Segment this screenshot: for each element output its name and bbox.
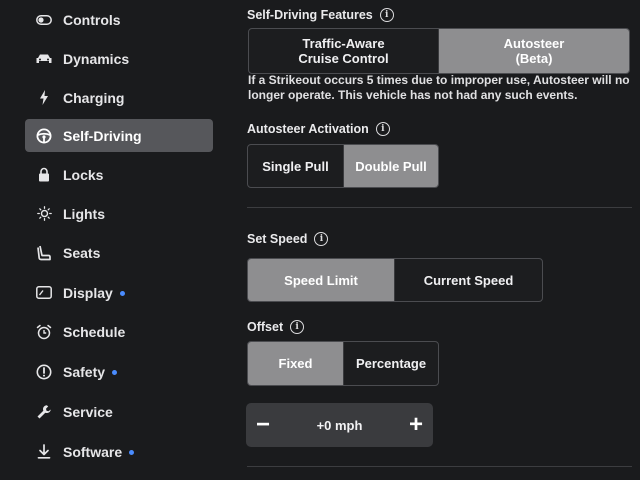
self-driving-features-selector: Traffic-Aware Cruise Control Autosteer (Be… [248, 28, 630, 74]
autosteer-activation-title: Autosteer Activation i [247, 122, 390, 136]
set-speed-title: Set Speed i [247, 232, 329, 246]
option-fixed[interactable]: Fixed [248, 342, 343, 385]
sidebar-item-lights[interactable]: Lights [25, 197, 213, 230]
bolt-icon [27, 90, 61, 105]
alert-icon [27, 364, 61, 380]
section-title-text: Self-Driving Features [247, 8, 373, 22]
option-current-speed[interactable]: Current Speed [394, 259, 542, 301]
strikeout-note: If a Strikeout occurs 5 times due to imp… [248, 73, 630, 102]
option-line: Traffic-Aware [302, 36, 385, 51]
section-title-text: Set Speed [247, 232, 308, 246]
notification-dot [119, 290, 125, 296]
sidebar-item-self-driving[interactable]: Self-Driving [25, 119, 213, 152]
info-icon[interactable]: i [375, 122, 390, 136]
sidebar-item-label: Locks [63, 166, 104, 183]
steering-wheel-icon [27, 128, 61, 144]
wrench-icon [27, 404, 61, 420]
notification-dot [129, 449, 135, 455]
section-title-text: Autosteer Activation [247, 122, 369, 136]
sidebar-item-label: Charging [63, 89, 125, 106]
car-icon [27, 53, 61, 65]
sidebar-item-locks[interactable]: Locks [25, 158, 213, 191]
display-icon [27, 286, 61, 299]
option-line: (Beta) [515, 51, 553, 66]
self-driving-features-title: Self-Driving Features i [247, 8, 394, 22]
seat-icon [27, 245, 61, 261]
sidebar-item-software[interactable]: Software [25, 435, 213, 468]
set-speed-selector: Speed Limit Current Speed [247, 258, 543, 302]
offset-selector: Fixed Percentage [247, 341, 439, 386]
option-line: Cruise Control [298, 51, 389, 66]
option-traffic-aware-cruise-control[interactable]: Traffic-Aware Cruise Control [249, 29, 438, 73]
increase-button[interactable]: + [399, 403, 433, 447]
offset-title: Offset i [247, 320, 305, 334]
sidebar-item-label: Seats [63, 244, 101, 261]
sidebar-item-service[interactable]: Service [25, 395, 213, 428]
sidebar-item-seats[interactable]: Seats [25, 236, 213, 269]
alarm-clock-icon [27, 324, 61, 340]
option-speed-limit[interactable]: Speed Limit [248, 259, 394, 301]
sidebar-item-schedule[interactable]: Schedule [25, 315, 213, 348]
sidebar-item-label: Safety [63, 363, 106, 380]
section-divider [247, 207, 632, 208]
sidebar-item-label: Schedule [63, 323, 126, 340]
toggle-icon [27, 14, 61, 25]
sidebar-item-label: Dynamics [63, 50, 130, 67]
option-autosteer[interactable]: Autosteer (Beta) [438, 29, 629, 73]
sidebar-item-controls[interactable]: Controls [25, 3, 213, 36]
sidebar-item-label: Lights [63, 205, 105, 222]
info-icon[interactable]: i [290, 320, 305, 334]
sidebar-item-label: Software [63, 443, 123, 460]
option-double-pull[interactable]: Double Pull [343, 145, 438, 187]
info-icon[interactable]: i [379, 8, 394, 22]
sidebar-item-charging[interactable]: Charging [25, 81, 213, 114]
section-title-text: Offset [247, 320, 284, 334]
offset-stepper: − +0 mph + [246, 403, 433, 447]
decrease-button[interactable]: − [246, 403, 280, 447]
sidebar-item-label: Controls [63, 11, 121, 28]
notification-dot [112, 369, 118, 375]
offset-value: +0 mph [316, 417, 363, 433]
sidebar-item-safety[interactable]: Safety [25, 355, 213, 388]
option-percentage[interactable]: Percentage [343, 342, 438, 385]
light-icon [27, 206, 61, 221]
option-line: Autosteer [503, 36, 565, 51]
sidebar-item-label: Display [63, 284, 113, 301]
download-icon [27, 444, 61, 459]
sidebar-item-label: Service [63, 403, 113, 420]
sidebar-item-dynamics[interactable]: Dynamics [25, 42, 213, 75]
info-icon[interactable]: i [314, 232, 329, 246]
sidebar-item-display[interactable]: Display [25, 276, 213, 309]
sidebar-item-label: Self-Driving [63, 127, 142, 144]
option-single-pull[interactable]: Single Pull [248, 145, 343, 187]
lock-icon [27, 167, 61, 182]
section-divider [247, 466, 632, 467]
autosteer-activation-selector: Single Pull Double Pull [247, 144, 439, 188]
sidebar: Controls Dynamics Charging Self-Driving … [0, 0, 226, 480]
